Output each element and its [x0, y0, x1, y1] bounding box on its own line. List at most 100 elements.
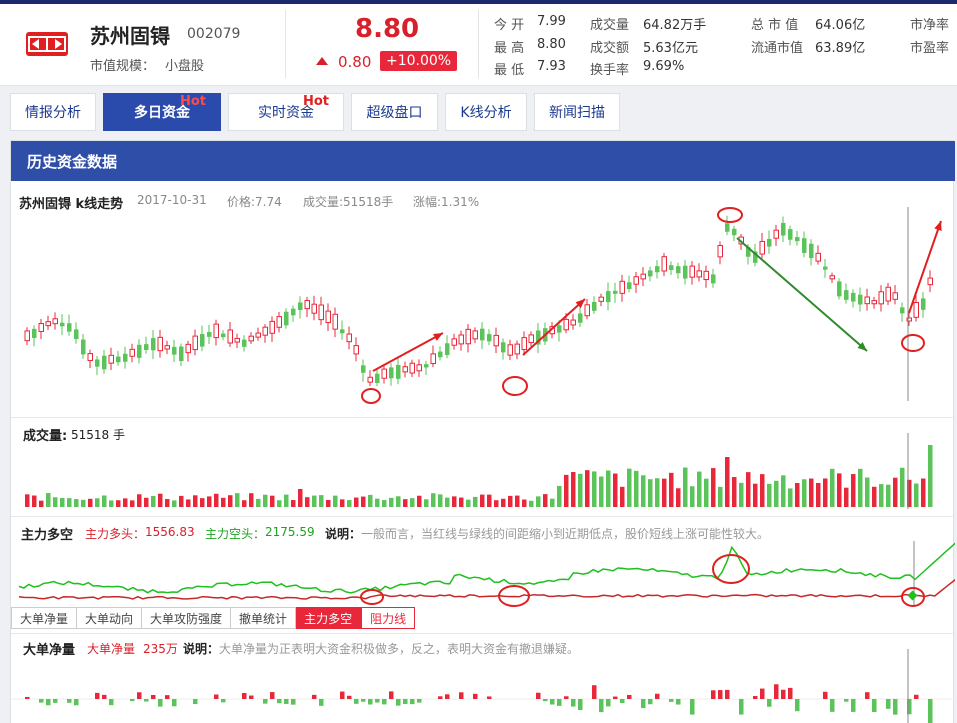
big-order-bar: [655, 693, 660, 699]
volume-chart[interactable]: [11, 431, 955, 511]
candle-up: [773, 229, 779, 239]
candle-up: [38, 323, 44, 332]
big-order-bar: [74, 699, 79, 706]
stat-label-open: 今 开: [494, 18, 525, 33]
candle-up: [864, 296, 870, 305]
volume-bar: [543, 494, 548, 507]
volume-bar: [718, 486, 723, 507]
big-order-chart[interactable]: [11, 647, 955, 723]
subtab-main-force[interactable]: 主力多空: [296, 607, 362, 629]
big-order-bar: [214, 694, 219, 699]
tab-realtime-funds[interactable]: 实时资金 Hot: [228, 93, 344, 131]
big-order-bar: [739, 699, 744, 715]
candle-down: [627, 282, 632, 290]
main-force-long-value: 1556.83: [145, 525, 195, 539]
candle-down: [389, 367, 394, 379]
volume-bar: [179, 495, 184, 507]
volume-bar: [403, 499, 408, 507]
volume-bar: [200, 498, 205, 507]
big-order-bar: [795, 699, 800, 712]
subtab-cancel-stats[interactable]: 撤单统计: [231, 607, 297, 629]
candle-up: [332, 313, 338, 330]
tab-kline-analysis[interactable]: K线分析: [445, 93, 527, 131]
volume-bar: [641, 475, 646, 507]
candle-up: [213, 323, 219, 339]
candle-up: [829, 275, 835, 280]
candle-down: [683, 265, 688, 279]
big-order-bar: [571, 699, 576, 707]
candle-up: [318, 304, 324, 321]
tab-intel-analysis[interactable]: 情报分析: [10, 93, 96, 131]
tab-news-scan[interactable]: 新闻扫描: [534, 93, 620, 131]
big-order-bar: [130, 699, 135, 702]
big-order-bar: [382, 699, 387, 705]
subtab-big-order-net[interactable]: 大单净量: [11, 607, 78, 629]
stat-value-turnover-amount: 5.63亿元: [643, 41, 698, 56]
candle-down: [767, 238, 772, 247]
tab-super-order-book[interactable]: 超级盘口: [351, 93, 438, 131]
candle-down: [445, 343, 450, 356]
big-order-bar: [760, 688, 765, 699]
tab-label: 情报分析: [25, 105, 81, 121]
section-divider: [11, 417, 955, 418]
big-order-bar: [830, 699, 835, 712]
volume-bar: [858, 468, 863, 507]
main-force-chart[interactable]: [11, 539, 955, 609]
big-order-bar: [718, 690, 723, 699]
volume-bar: [599, 476, 604, 507]
candle-down: [487, 334, 492, 342]
candle-down: [844, 290, 849, 300]
subtab-big-order-strength[interactable]: 大单攻防强度: [142, 607, 232, 629]
candle-up: [227, 329, 233, 344]
volume-bar: [809, 478, 814, 507]
big-order-bar: [347, 695, 352, 699]
volume-bar: [354, 497, 359, 507]
candle-down: [606, 291, 611, 303]
stat-value-volume: 64.82万手: [643, 18, 707, 33]
kline-chart[interactable]: [11, 203, 955, 415]
volume-bar: [571, 472, 576, 507]
volume-bar: [158, 493, 163, 507]
stat-label-float-mcap: 流通市值: [751, 41, 804, 56]
candle-up: [185, 343, 191, 354]
volume-bar: [172, 500, 177, 507]
volume-bar: [298, 489, 303, 507]
big-order-bar: [536, 692, 541, 699]
app-root: 苏州固锝 002079 市值规模： 小盘股 8.80 0.80 +10.00% …: [0, 0, 957, 723]
volume-bar: [865, 477, 870, 507]
volume-bar: [284, 494, 289, 507]
volume-bar: [193, 495, 198, 507]
candle-down: [921, 298, 926, 310]
volume-bar: [914, 483, 919, 507]
big-order-bar: [144, 699, 149, 702]
tab-multi-day-funds[interactable]: 多日资金 Hot: [103, 93, 221, 131]
candle-up: [129, 348, 135, 357]
candle-down: [578, 313, 583, 323]
volume-bar: [557, 485, 562, 507]
subtab-resistance-line[interactable]: 阻力线: [361, 607, 416, 629]
volume-bar: [564, 474, 569, 507]
candle-down: [291, 308, 296, 316]
volume-bar: [578, 473, 583, 507]
volume-bar: [242, 500, 247, 507]
big-order-bar: [368, 699, 373, 705]
big-order-bar: [109, 699, 114, 706]
candle-up: [24, 330, 30, 342]
candle-up: [472, 330, 478, 340]
candle-up: [465, 328, 471, 345]
candle-down: [438, 351, 443, 358]
big-order-bar: [95, 692, 100, 699]
candle-up: [451, 338, 457, 346]
subtab-big-order-trend[interactable]: 大单动向: [77, 607, 143, 629]
volume-bar: [53, 497, 58, 507]
volume-bar: [249, 493, 254, 507]
header-divider: [478, 10, 479, 78]
volume-bar: [627, 468, 632, 507]
big-order-bar: [53, 699, 58, 703]
volume-bar: [256, 498, 261, 507]
volume-bar: [697, 471, 702, 507]
candle-down: [396, 364, 401, 379]
volume-bar: [480, 494, 485, 507]
candle-down: [116, 356, 121, 363]
change-percent-badge: +10.00%: [380, 51, 458, 71]
